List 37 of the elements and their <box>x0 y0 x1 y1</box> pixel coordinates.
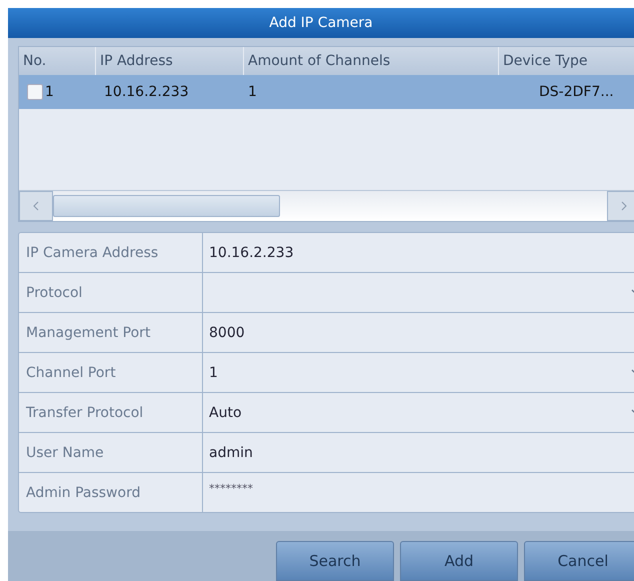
field-label: Transfer Protocol <box>19 393 203 432</box>
input-field[interactable]: ******** <box>203 473 634 512</box>
dropdown-field[interactable]: Auto <box>203 393 634 432</box>
scroll-left-icon[interactable] <box>19 191 53 221</box>
field-label: Protocol <box>19 273 203 312</box>
dialog-button[interactable]: Search <box>276 541 394 581</box>
input-field[interactable]: admin <box>203 433 634 472</box>
table-row[interactable]: 1 10.16.2.233 1 DS-2DF7... <box>19 75 634 110</box>
password-value: ******** <box>209 482 253 495</box>
field-label: Channel Port <box>19 353 203 392</box>
input-field[interactable]: 10.16.2.233 <box>203 233 634 272</box>
column-header[interactable]: Device Type <box>499 47 634 76</box>
field-value: admin <box>209 444 253 460</box>
scroll-right-icon[interactable] <box>607 191 634 221</box>
field-label: User Name <box>19 433 203 472</box>
scroll-thumb[interactable] <box>53 195 280 217</box>
field-value: Auto <box>209 404 242 420</box>
column-header[interactable]: Amount of Channels <box>244 47 499 76</box>
field-value: 10.16.2.233 <box>209 244 294 260</box>
horizontal-scrollbar[interactable] <box>19 190 634 221</box>
dialog-button[interactable]: Add <box>400 541 518 581</box>
column-header[interactable]: IP Address <box>96 47 244 76</box>
table-cell: 1 <box>45 84 54 100</box>
table-cell-text: 1 <box>247 83 258 102</box>
table-cell-text: 10.16.2.233 <box>103 83 190 102</box>
field-value: 1 <box>209 364 218 380</box>
table-cell-text: DS-2DF7... <box>538 83 615 102</box>
field-label: Admin Password <box>19 473 203 512</box>
field-value: 8000 <box>209 324 245 340</box>
dialog-button[interactable]: Cancel <box>524 541 634 581</box>
column-header[interactable]: No. <box>19 47 96 76</box>
window-title: Add IP Camera <box>8 8 634 38</box>
dropdown-field[interactable]: 1 <box>203 353 634 392</box>
row-checkbox[interactable] <box>27 84 43 100</box>
field-label: Management Port <box>19 313 203 352</box>
field-label: IP Camera Address <box>19 233 203 272</box>
input-field[interactable]: 8000 <box>203 313 634 352</box>
